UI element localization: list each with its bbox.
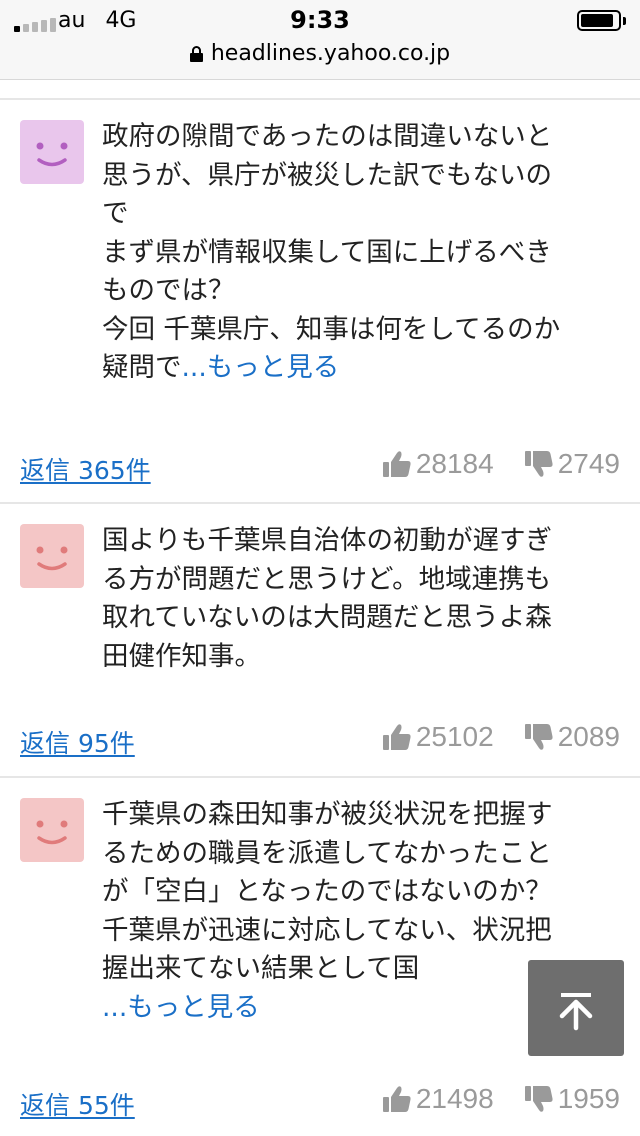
show-more-link[interactable]: ...もっと見る xyxy=(182,352,340,383)
lock-icon xyxy=(189,45,203,62)
comment-line: 国よりも千葉県自治体の初動が遅すぎ xyxy=(102,525,552,556)
smiley-face-icon xyxy=(36,820,68,845)
comment-line: が「空白」となったのではないのか？ xyxy=(102,876,552,907)
comment-text: 国よりも千葉県自治体の初動が遅すぎ る方が問題だと思うけど。地域連携も 取れてい… xyxy=(102,522,627,676)
avatar xyxy=(20,524,84,588)
avatar xyxy=(20,120,84,184)
comment-item: 政府の隙間であったのは間違いないと 思うが、県庁が被災した訳でもないの で まず… xyxy=(0,100,640,502)
vote-bar: 21498 1959 xyxy=(382,1083,620,1115)
like-button[interactable]: 28184 xyxy=(382,448,494,480)
thumbs-up-icon xyxy=(382,451,411,477)
reply-link[interactable]: 返信 55件 xyxy=(20,1086,135,1122)
vote-bar: 28184 2749 xyxy=(382,448,620,480)
thumbs-up-icon xyxy=(382,1086,411,1112)
url-text[interactable]: headlines.yahoo.co.jp xyxy=(211,41,450,66)
like-button[interactable]: 21498 xyxy=(382,1083,494,1115)
dislike-count: 1959 xyxy=(557,1083,620,1114)
thumbs-down-icon xyxy=(524,1086,553,1112)
comment-line: 疑問で xyxy=(102,352,182,383)
scroll-to-top-button[interactable] xyxy=(528,960,624,1056)
thumbs-down-icon xyxy=(524,451,553,477)
comment-item: 国よりも千葉県自治体の初動が遅すぎ る方が問題だと思うけど。地域連携も 取れてい… xyxy=(0,504,640,776)
comment-line: 政府の隙間であったのは間違いないと xyxy=(102,121,553,152)
comment-item: 千葉県の森田知事が被災状況を把握す るための職員を派遣してなかったこと が「空白… xyxy=(0,778,640,1136)
like-count: 25102 xyxy=(415,721,494,752)
avatar xyxy=(20,798,84,862)
dislike-button[interactable]: 2089 xyxy=(524,721,620,753)
comment-line: 田健作知事。 xyxy=(102,640,261,672)
comment-line: 今回 千葉県庁、知事は何をしてるのか xyxy=(102,313,561,345)
comment-text: 政府の隙間であったのは間違いないと 思うが、県庁が被災した訳でもないの で まず… xyxy=(102,118,627,388)
comment-line: で xyxy=(102,198,129,229)
reply-link[interactable]: 返信 365件 xyxy=(20,451,151,487)
smiley-face-icon xyxy=(36,142,68,167)
comment-line-last: 疑問で...もっと見る xyxy=(102,349,627,388)
dislike-button[interactable]: 2749 xyxy=(524,448,620,480)
vote-bar: 25102 2089 xyxy=(382,721,620,753)
arrow-up-to-top-icon xyxy=(559,993,593,1031)
show-more-link[interactable]: ...もっと見る xyxy=(102,992,260,1023)
dislike-button[interactable]: 1959 xyxy=(524,1083,620,1115)
like-button[interactable]: 25102 xyxy=(382,721,494,753)
comment-line: 取れていないのは大問題だと思うよ森 xyxy=(102,602,552,633)
like-count: 28184 xyxy=(415,448,494,479)
thumbs-down-icon xyxy=(524,724,553,750)
comment-line: 思うが、県庁が被災した訳でもないの xyxy=(102,159,552,191)
comment-line: まず県が情報収集して国に上げるべき xyxy=(102,236,552,268)
smiley-face-icon xyxy=(36,546,68,571)
reply-link[interactable]: 返信 95件 xyxy=(20,724,135,760)
comment-line: 千葉県が迅速に対応してない、状況把 xyxy=(102,914,552,946)
battery-icon xyxy=(577,10,621,31)
comment-line: る方が問題だと思うけど。地域連携も xyxy=(102,563,552,595)
comment-line: ものでは？ xyxy=(102,275,235,306)
status-time: 9:33 xyxy=(290,6,350,34)
comment-line: るための職員を派遣してなかったこと xyxy=(102,837,552,869)
dislike-count: 2749 xyxy=(557,448,620,479)
browser-top-bar: au 4G 9:33 headlines.yahoo.co.jp xyxy=(0,0,640,80)
thumbs-up-icon xyxy=(382,724,411,750)
battery-tip xyxy=(623,17,626,25)
dislike-count: 2089 xyxy=(557,721,620,752)
comment-line: 千葉県の森田知事が被災状況を把握す xyxy=(102,799,553,830)
address-bar[interactable]: headlines.yahoo.co.jp xyxy=(0,41,640,66)
like-count: 21498 xyxy=(415,1083,494,1114)
